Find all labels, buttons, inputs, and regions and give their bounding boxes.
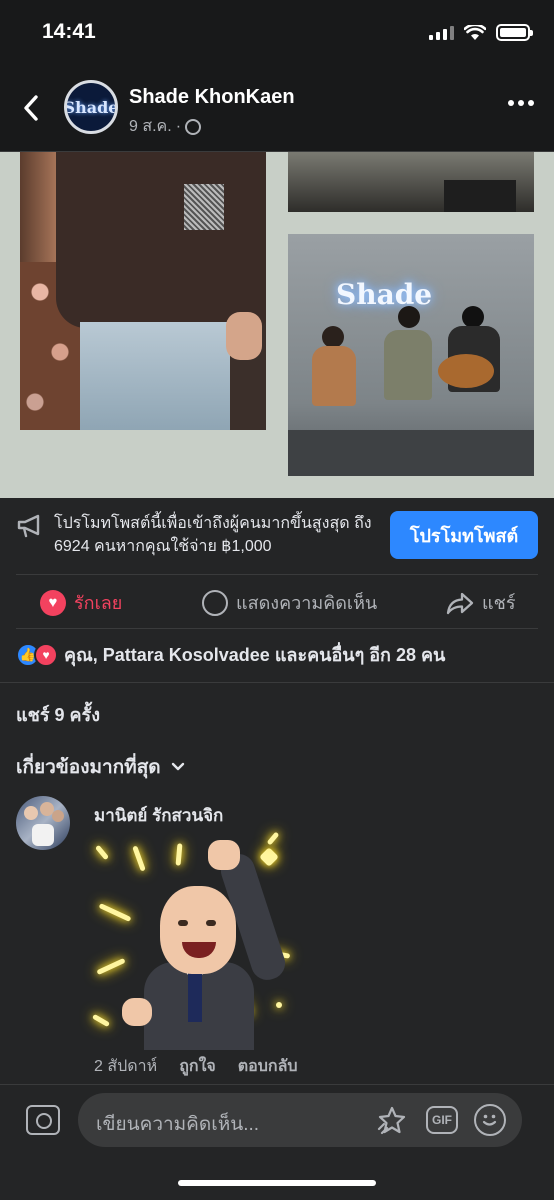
comment-time: 2 สัปดาห์ bbox=[94, 1058, 158, 1075]
comment-author[interactable]: มานิตย์ รักสวนจิก bbox=[94, 802, 223, 829]
sticker-icon[interactable] bbox=[376, 1105, 408, 1137]
comment-meta: 2 สัปดาห์ ถูกใจ ตอบกลับ bbox=[94, 1054, 298, 1079]
love-reaction-icon: ♥ bbox=[34, 642, 58, 667]
status-bar: 14:41 bbox=[0, 0, 554, 64]
comment-sticker bbox=[86, 831, 296, 1050]
shade-sign: Shade bbox=[336, 278, 433, 311]
post-action-bar: ♥ รักเลย แสดงความคิดเห็น แชร์ bbox=[0, 576, 554, 626]
more-options-button[interactable] bbox=[508, 100, 534, 106]
chevron-down-icon bbox=[171, 762, 184, 771]
reactions-summary[interactable]: 👍 ♥ คุณ, Pattara Kosolvadee และคนอื่นๆ อ… bbox=[16, 640, 445, 669]
back-button[interactable] bbox=[16, 90, 46, 126]
photo-band[interactable]: Shade bbox=[288, 234, 534, 476]
divider bbox=[16, 628, 538, 629]
home-indicator[interactable] bbox=[178, 1180, 376, 1186]
wifi-icon bbox=[464, 24, 486, 40]
gif-button[interactable]: GIF bbox=[426, 1106, 458, 1134]
page-name[interactable]: Shade KhonKaen bbox=[129, 86, 295, 109]
heart-icon: ♥ bbox=[40, 589, 66, 616]
post-date: 9 ส.ค. bbox=[129, 118, 172, 135]
commenter-avatar[interactable] bbox=[16, 796, 70, 850]
share-button[interactable]: แชร์ bbox=[446, 588, 516, 617]
signal-icon bbox=[429, 25, 454, 40]
post-header: Shade Shade KhonKaen 9 ส.ค. · bbox=[0, 64, 554, 152]
photo-fashion[interactable] bbox=[20, 152, 266, 430]
shares-count[interactable]: แชร์ 9 ครั้ง bbox=[16, 700, 100, 729]
love-button[interactable]: ♥ รักเลย bbox=[40, 588, 122, 617]
reactions-text: คุณ, Pattara Kosolvadee และคนอื่นๆ อีก 2… bbox=[64, 645, 446, 665]
comment-input[interactable]: เขียนความคิดเห็น... GIF bbox=[78, 1093, 522, 1147]
post-photos[interactable]: Shade bbox=[0, 152, 554, 498]
divider bbox=[16, 574, 538, 575]
comment-reply-button[interactable]: ตอบกลับ bbox=[238, 1054, 298, 1079]
emoji-icon[interactable] bbox=[474, 1104, 506, 1136]
comment-label: แสดงความคิดเห็น bbox=[236, 593, 378, 613]
promotion-banner: โปรโมทโพสต์นี้เพื่อเข้าถึงผู้คนมากขึ้นสู… bbox=[0, 498, 554, 574]
promote-post-button[interactable]: โปรโมทโพสต์ bbox=[390, 511, 538, 559]
comment-button[interactable]: แสดงความคิดเห็น bbox=[202, 588, 377, 617]
post-meta: 9 ส.ค. · bbox=[129, 114, 202, 139]
share-icon bbox=[446, 592, 474, 614]
page-avatar[interactable]: Shade bbox=[64, 80, 118, 134]
megaphone-icon bbox=[17, 514, 40, 538]
comment-icon bbox=[202, 589, 228, 616]
status-time: 14:41 bbox=[42, 20, 96, 43]
status-icons bbox=[429, 24, 533, 41]
share-label: แชร์ bbox=[482, 593, 516, 613]
page-avatar-logo: Shade bbox=[64, 97, 118, 117]
love-label: รักเลย bbox=[74, 593, 123, 613]
divider bbox=[0, 682, 554, 683]
battery-icon bbox=[496, 24, 533, 41]
sort-label: เกี่ยวข้องมากที่สุด bbox=[16, 757, 161, 778]
globe-icon bbox=[185, 118, 202, 135]
chevron-left-icon bbox=[24, 95, 38, 121]
comment-like-button[interactable]: ถูกใจ bbox=[179, 1054, 216, 1079]
comment-input-placeholder: เขียนความคิดเห็น... bbox=[96, 1114, 260, 1135]
promotion-text: โปรโมทโพสต์นี้เพื่อเข้าถึงผู้คนมากขึ้นสู… bbox=[54, 515, 372, 555]
comment-sort-dropdown[interactable]: เกี่ยวข้องมากที่สุด bbox=[16, 752, 185, 782]
meta-separator: · bbox=[175, 117, 182, 135]
camera-icon[interactable] bbox=[26, 1105, 60, 1135]
photo-stage-top[interactable] bbox=[288, 152, 534, 212]
